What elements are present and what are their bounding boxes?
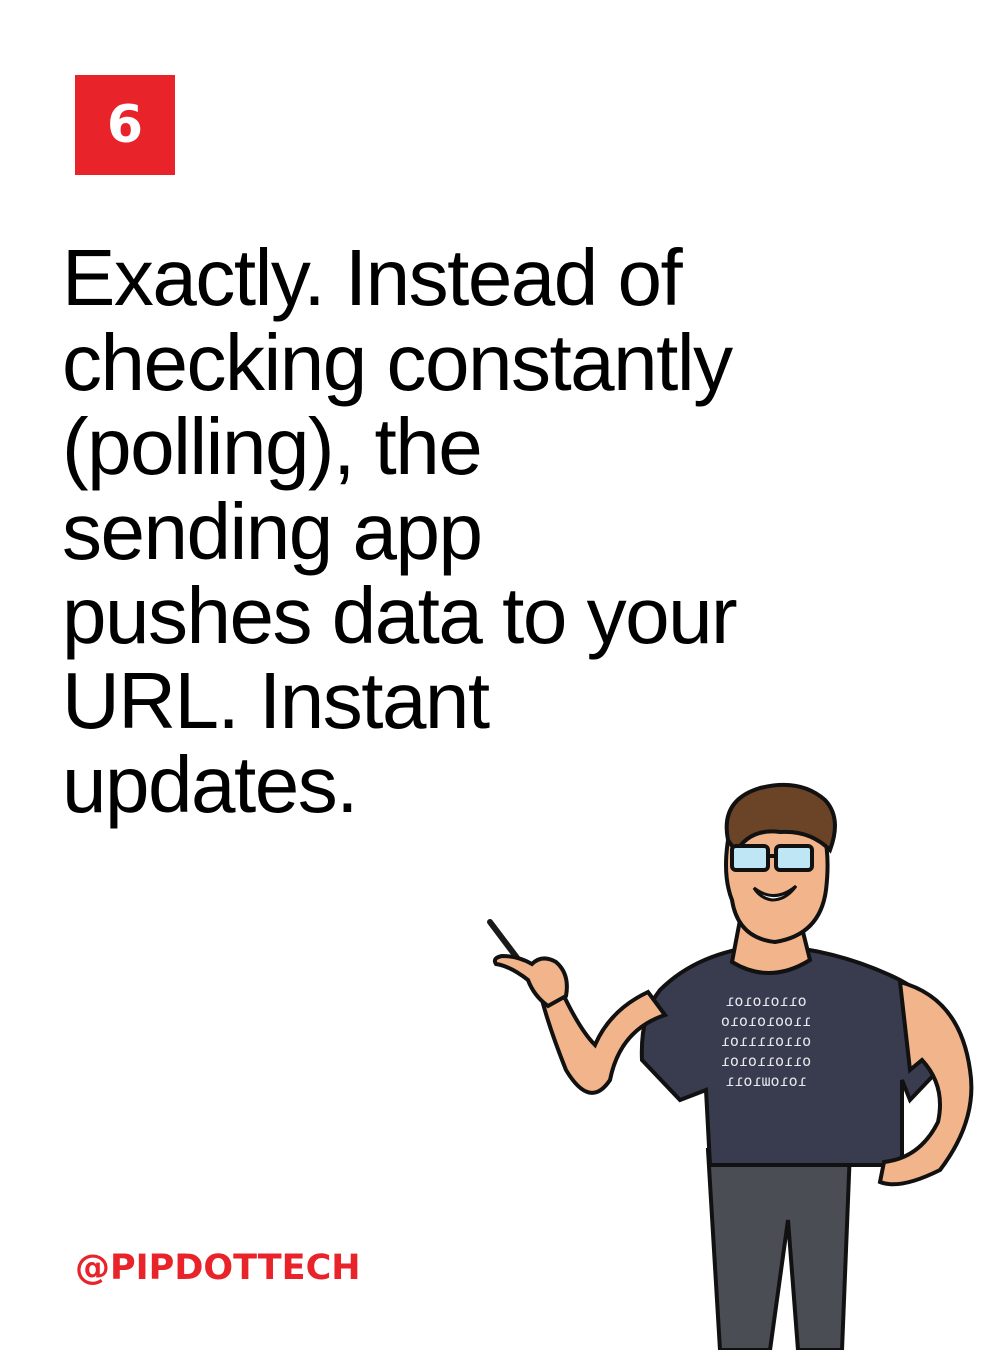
pointing-hand bbox=[492, 953, 569, 1009]
shirt-line-4: ɾoɾoɾɾoɾɾo bbox=[721, 1052, 811, 1070]
shirt-line-2: oɾoɾoɾooɾɾ bbox=[721, 1012, 811, 1030]
shirt-binary-print: ɾoɾoɾoɾɾo oɾoɾoɾooɾɾ ɾoɾɾɾɾoɾɾo ɾoɾoɾɾoɾ… bbox=[721, 992, 811, 1090]
shirt-line-1: ɾoɾoɾoɾɾo bbox=[725, 992, 806, 1010]
body-text: Exactly. Instead of checking constantly … bbox=[62, 233, 738, 829]
shirt-line-3: ɾoɾɾɾɾoɾɾo bbox=[721, 1032, 811, 1050]
shirt-line-5: ɾɾoɾɯoɾoɾ bbox=[725, 1072, 806, 1090]
developer-mascot-illustration: ɾoɾoɾoɾɾo oɾoɾoɾooɾɾ ɾoɾɾɾɾoɾɾo ɾoɾoɾɾoɾ… bbox=[487, 782, 974, 1350]
slide-number-badge: 6 bbox=[75, 75, 175, 175]
pants bbox=[705, 1148, 853, 1350]
slide-number: 6 bbox=[106, 95, 144, 155]
social-handle: @PIPDOTTECH bbox=[75, 1248, 361, 1288]
